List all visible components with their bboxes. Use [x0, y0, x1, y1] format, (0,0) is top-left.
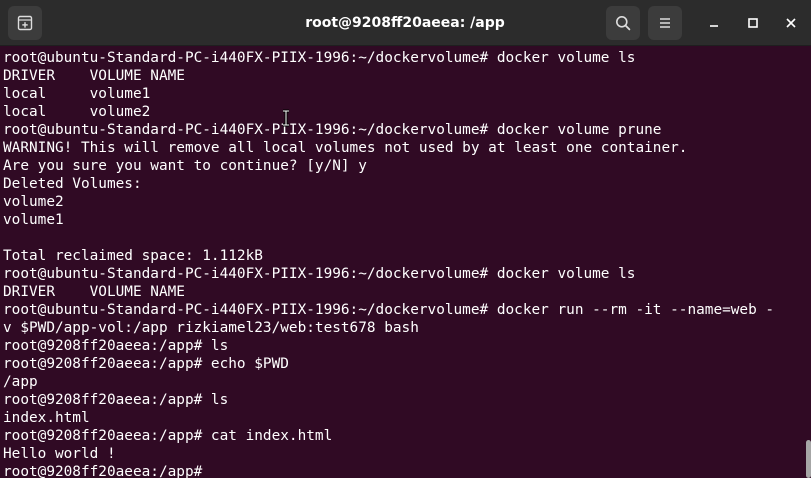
terminal-line: volume1	[3, 212, 64, 228]
terminal-line: root@ubuntu-Standard-PC-i440FX-PIIX-1996…	[3, 302, 775, 318]
terminal-line: DRIVER VOLUME NAME	[3, 68, 185, 84]
terminal-line: Deleted Volumes:	[3, 176, 142, 192]
maximize-icon	[748, 18, 758, 28]
menu-button[interactable]	[648, 6, 682, 40]
scrollbar-thumb[interactable]	[806, 440, 811, 478]
terminal-line: DRIVER VOLUME NAME	[3, 284, 185, 300]
terminal-line: local volume2	[3, 104, 151, 120]
terminal-line: WARNING! This will remove all local volu…	[3, 140, 688, 156]
terminal-line: v $PWD/app-vol:/app rizkiamel23/web:test…	[3, 320, 419, 336]
terminal-line: volume2	[3, 194, 64, 210]
terminal-line: local volume1	[3, 86, 151, 102]
terminal-output[interactable]: root@ubuntu-Standard-PC-i440FX-PIIX-1996…	[3, 49, 803, 478]
terminal-line: root@9208ff20aeea:/app# echo $PWD	[3, 356, 289, 372]
terminal-line: root@9208ff20aeea:/app# cat index.html	[3, 428, 333, 444]
search-button[interactable]	[606, 6, 640, 40]
close-button[interactable]	[776, 8, 806, 38]
terminal-window: root@9208ff20aeea: /app root@ubuntu-Stan…	[0, 0, 811, 478]
new-tab-icon	[17, 15, 33, 31]
terminal-line: Are you sure you want to continue? [y/N]…	[3, 158, 367, 174]
terminal-line: root@9208ff20aeea:/app#	[3, 464, 203, 478]
new-tab-button[interactable]	[8, 6, 42, 40]
close-icon	[786, 18, 796, 28]
terminal-line: root@ubuntu-Standard-PC-i440FX-PIIX-1996…	[3, 122, 662, 138]
terminal-line: root@9208ff20aeea:/app# ls	[3, 338, 229, 354]
terminal-line: root@ubuntu-Standard-PC-i440FX-PIIX-1996…	[3, 266, 636, 282]
terminal-line: index.html	[3, 410, 90, 426]
minimize-button[interactable]	[699, 8, 729, 38]
search-icon	[616, 16, 631, 31]
terminal-line: root@ubuntu-Standard-PC-i440FX-PIIX-1996…	[3, 50, 636, 66]
terminal-line: Hello world !	[3, 446, 116, 462]
terminal-line: Total reclaimed space: 1.112kB	[3, 248, 263, 264]
text-cursor-icon	[283, 109, 289, 127]
title-bar: root@9208ff20aeea: /app	[0, 0, 811, 46]
terminal-line: /app	[3, 374, 38, 390]
hamburger-menu-icon	[660, 18, 670, 28]
terminal-line: root@9208ff20aeea:/app# ls	[3, 392, 229, 408]
window-title: root@9208ff20aeea: /app	[305, 15, 505, 31]
maximize-button[interactable]	[738, 8, 768, 38]
minimize-icon	[710, 25, 718, 27]
